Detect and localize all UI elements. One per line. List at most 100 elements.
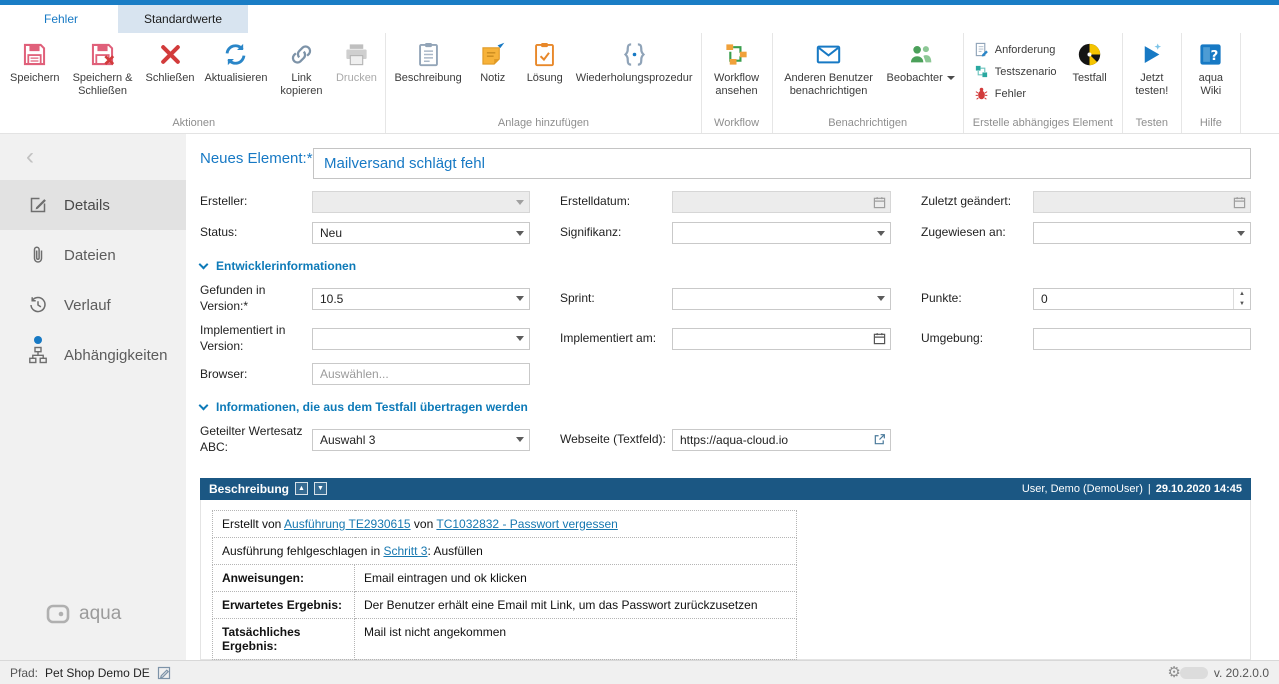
aqua-wiki-button[interactable]: ? aqua Wiki [1185, 34, 1237, 100]
ersteller-combobox [312, 191, 530, 213]
row-value: Der Benutzer erhält eine Email mit Link,… [355, 591, 797, 618]
beschreibung-button[interactable]: Beschreibung [389, 34, 466, 87]
execution-link[interactable]: Ausführung TE2930615 [284, 517, 411, 531]
sidebar-item-dateien[interactable]: Dateien [0, 230, 186, 280]
webseite-field[interactable] [672, 429, 891, 451]
status-combobox[interactable]: Neu [312, 222, 530, 244]
close-icon [155, 39, 185, 69]
element-title-input[interactable] [313, 148, 1251, 179]
status-bar-right: ⚙ v. 20.2.0.0 [1167, 665, 1269, 680]
group-label-workflow: Workflow [705, 115, 769, 133]
benutzer-benachrichtigen-label: Anderen Benutzer benachrichtigen [781, 72, 877, 98]
test-scenario-icon [974, 64, 989, 79]
chevron-down-icon [872, 223, 890, 243]
envelope-icon [814, 39, 844, 69]
group-buttons: ? aqua Wiki [1185, 34, 1237, 115]
table-row: Erstellt von Ausführung TE2930615 von TC… [213, 510, 797, 537]
sidebar-item-verlauf[interactable]: Verlauf [0, 280, 186, 330]
browser-input[interactable] [320, 364, 529, 384]
tab-fehler[interactable]: Fehler [18, 5, 104, 33]
move-down-icon[interactable]: ▼ [314, 482, 327, 495]
implementiert-am-datepicker[interactable] [672, 328, 891, 350]
group-label-testen: Testen [1126, 115, 1178, 133]
chevron-down-icon [947, 76, 955, 80]
browser-field[interactable] [312, 363, 530, 385]
umgebung-input[interactable] [1041, 329, 1250, 349]
speichern-schliessen-button[interactable]: Speichern & Schließen [65, 34, 141, 100]
settings-pill [1180, 667, 1208, 679]
tab-standardwerte[interactable]: Standardwerte [118, 5, 248, 33]
group-label-hilfe: Hilfe [1185, 115, 1237, 133]
wiederholungsprozedur-button[interactable]: Wiederholungsprozedur [571, 34, 698, 87]
geteilter-wertesatz-combobox[interactable]: Auswahl 3 [312, 429, 530, 451]
app-version: v. 20.2.0.0 [1214, 666, 1269, 680]
implementiert-in-version-combobox[interactable] [312, 328, 530, 350]
stepper-up-icon[interactable]: ▲ [1234, 289, 1250, 299]
benutzer-benachrichtigen-button[interactable]: Anderen Benutzer benachrichtigen [776, 34, 882, 100]
jetzt-testen-button[interactable]: Jetzt testen! [1126, 34, 1178, 100]
edit-details-icon [28, 195, 48, 215]
sidebar-item-details[interactable]: Details [0, 180, 186, 230]
sprint-combobox[interactable] [672, 288, 891, 310]
external-link-icon[interactable] [868, 430, 890, 450]
anforderung-button[interactable]: Anforderung [969, 40, 1062, 59]
punkte-label: Punkte: [891, 291, 1033, 307]
table-row: Ausführung fehlgeschlagen in Schritt 3: … [213, 537, 797, 564]
aktualisieren-label: Aktualisieren [204, 72, 267, 85]
punkte-stepper[interactable]: 0 ▲ ▼ [1033, 288, 1251, 310]
sidebar-item-abhaengigkeiten[interactable]: Abhängigkeiten [0, 330, 186, 380]
signifikanz-combobox[interactable] [672, 222, 891, 244]
aqua-logo-icon [46, 602, 70, 626]
beobachter-button[interactable]: Beobachter [882, 34, 960, 87]
hierarchy-icon [28, 345, 48, 365]
chevron-down-icon [511, 223, 529, 243]
step-link[interactable]: Schritt 3 [383, 544, 427, 558]
ribbon-group-testen: Jetzt testen! Testen [1123, 33, 1182, 133]
ribbon-group-workflow: Workflow ansehen Workflow [702, 33, 773, 133]
geteilter-wertesatz-label: Geteilter Wertesatz ABC: [200, 424, 312, 455]
ribbon: Speichern Speichern & Schließen Schließe… [0, 33, 1279, 134]
link-kopieren-button[interactable]: Link kopieren [272, 34, 330, 100]
description-table: Erstellt von Ausführung TE2930615 von TC… [212, 510, 797, 660]
testszenario-button[interactable]: Testszenario [969, 62, 1062, 81]
form-grid-entwickler: Gefunden in Version:* 10.5 Sprint: Punkt… [200, 283, 1251, 385]
fehler-erstellen-button[interactable]: Fehler [969, 84, 1062, 103]
desc-text: Ausführung fehlgeschlagen in [222, 544, 383, 558]
gefunden-in-version-combobox[interactable]: 10.5 [312, 288, 530, 310]
notiz-button[interactable]: Notiz [467, 34, 519, 87]
testcase-link[interactable]: TC1032832 - Passwort vergessen [436, 517, 617, 531]
testfall-label: Testfall [1072, 72, 1106, 85]
anforderung-label: Anforderung [995, 44, 1056, 56]
refresh-icon [221, 39, 251, 69]
meta-separator: | [1148, 483, 1151, 495]
speichern-button[interactable]: Speichern [5, 34, 65, 87]
browser-label: Browser: [200, 367, 312, 383]
stepper-down-icon[interactable]: ▼ [1234, 299, 1250, 309]
notification-dot [34, 336, 42, 344]
beobachter-label-row: Beobachter [887, 72, 955, 85]
chevron-down-icon [511, 430, 529, 450]
move-up-icon[interactable]: ▲ [295, 482, 308, 495]
loesung-button[interactable]: Lösung [519, 34, 571, 87]
edit-path-icon[interactable] [157, 666, 171, 680]
sidebar: ‹ Details Dateien Verlauf Abhängigkeiten [0, 134, 186, 660]
group-buttons: Beschreibung Notiz Lösung Wiederholungsp… [389, 34, 697, 115]
zugewiesen-an-combobox[interactable] [1033, 222, 1251, 244]
zuletzt-geaendert-label: Zuletzt geändert: [891, 194, 1033, 210]
schliessen-button[interactable]: Schließen [141, 34, 200, 87]
requirement-icon [974, 42, 989, 57]
testfall-button[interactable]: Testfall [1064, 34, 1116, 87]
form-grid-general: Ersteller: Erstelldatum: Zuletzt geänder… [200, 191, 1251, 244]
beschreibung-label: Beschreibung [394, 72, 461, 85]
aqua-logo: aqua [0, 602, 186, 660]
sidebar-item-label: Dateien [64, 247, 116, 264]
aktualisieren-button[interactable]: Aktualisieren [199, 34, 272, 87]
section-testfall-infos[interactable]: Informationen, die aus dem Testfall über… [200, 400, 1251, 414]
webseite-input[interactable] [680, 430, 868, 450]
workflow-ansehen-button[interactable]: Workflow ansehen [705, 34, 769, 100]
calendar-icon[interactable] [868, 329, 890, 349]
umgebung-field[interactable] [1033, 328, 1251, 350]
gear-icon[interactable]: ⚙ [1167, 665, 1180, 680]
collapse-sidebar-button[interactable]: ‹ [0, 134, 186, 180]
section-entwicklerinformationen[interactable]: Entwicklerinformationen [200, 259, 1251, 273]
